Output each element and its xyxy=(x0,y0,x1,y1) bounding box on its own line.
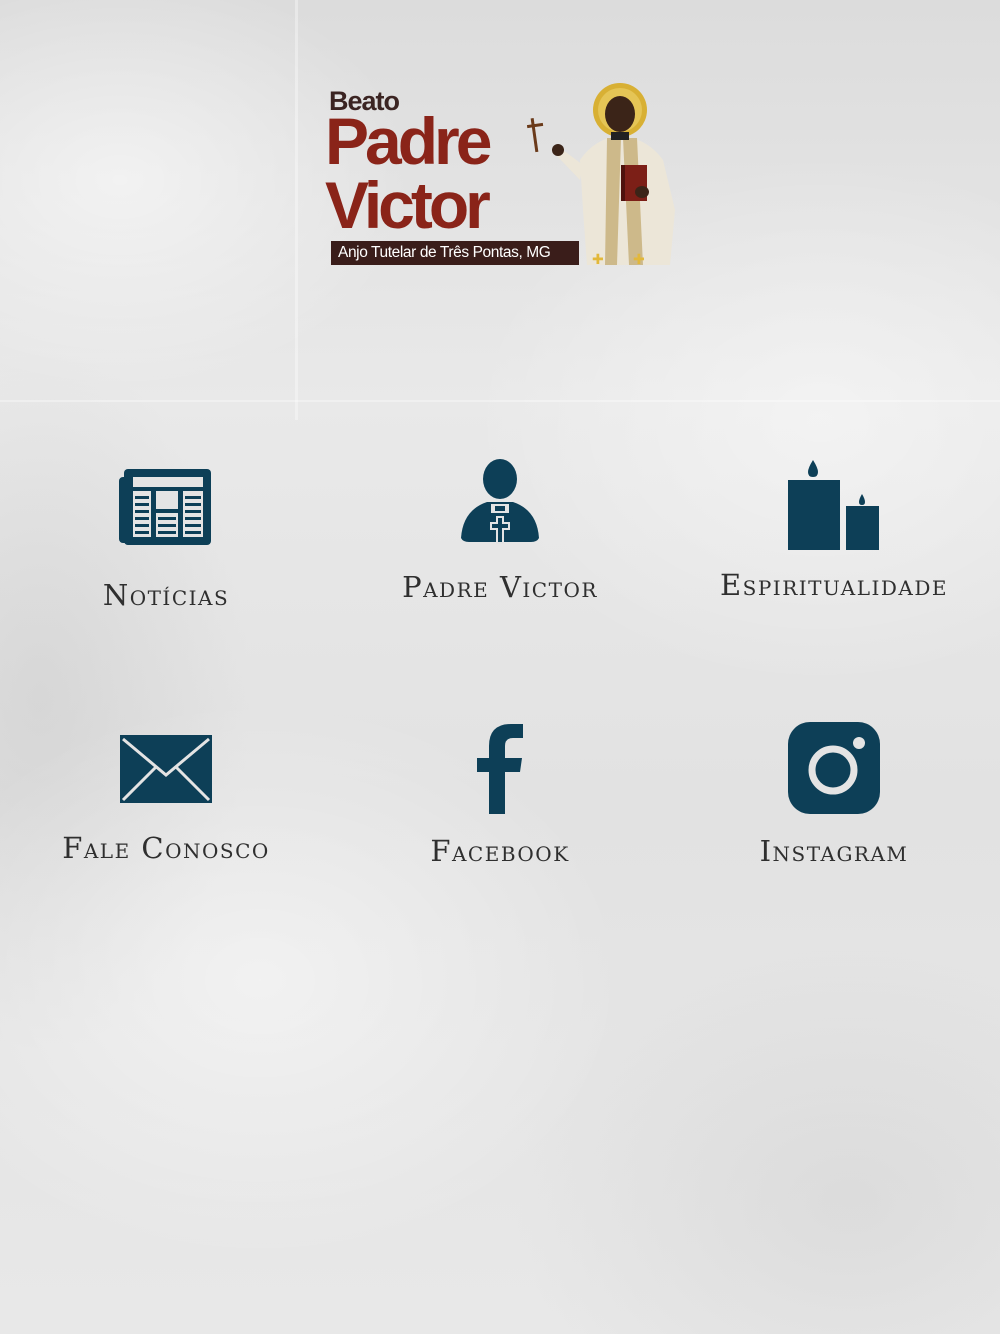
menu-label: Fale Conosco xyxy=(62,831,270,865)
menu-item-espiritualidade[interactable]: Espiritualidade xyxy=(684,458,984,602)
svg-text:✚: ✚ xyxy=(633,252,645,268)
menu-label: Notícias xyxy=(102,578,230,612)
menu-label: Instagram xyxy=(759,834,909,868)
paper-crease xyxy=(295,0,298,420)
menu-label: Facebook xyxy=(430,834,570,868)
paper-crease xyxy=(0,400,1000,402)
menu-item-instagram[interactable]: Instagram xyxy=(684,722,984,868)
instagram-icon xyxy=(788,722,880,814)
saint-portrait-icon: ✚ ✚ xyxy=(526,83,675,268)
priest-icon xyxy=(461,459,539,544)
logo-title-victor: Victor xyxy=(325,168,491,242)
candles-icon xyxy=(788,460,879,550)
menu-item-padre-victor[interactable]: Padre Victor xyxy=(350,458,650,604)
svg-text:✚: ✚ xyxy=(592,252,604,268)
menu-item-noticias[interactable]: Notícias xyxy=(16,465,316,612)
logo-title-padre: Padre xyxy=(325,104,492,178)
facebook-icon xyxy=(477,724,523,814)
app-logo: Beato Padre Victor Anjo Tutelar de Três … xyxy=(325,80,680,270)
envelope-icon xyxy=(120,735,212,803)
menu-item-fale-conosco[interactable]: Fale Conosco xyxy=(16,735,316,865)
menu-label: Espiritualidade xyxy=(719,568,948,602)
menu-item-facebook[interactable]: Facebook xyxy=(350,722,650,868)
newspaper-icon xyxy=(118,469,211,545)
menu-label: Padre Victor xyxy=(402,570,598,604)
